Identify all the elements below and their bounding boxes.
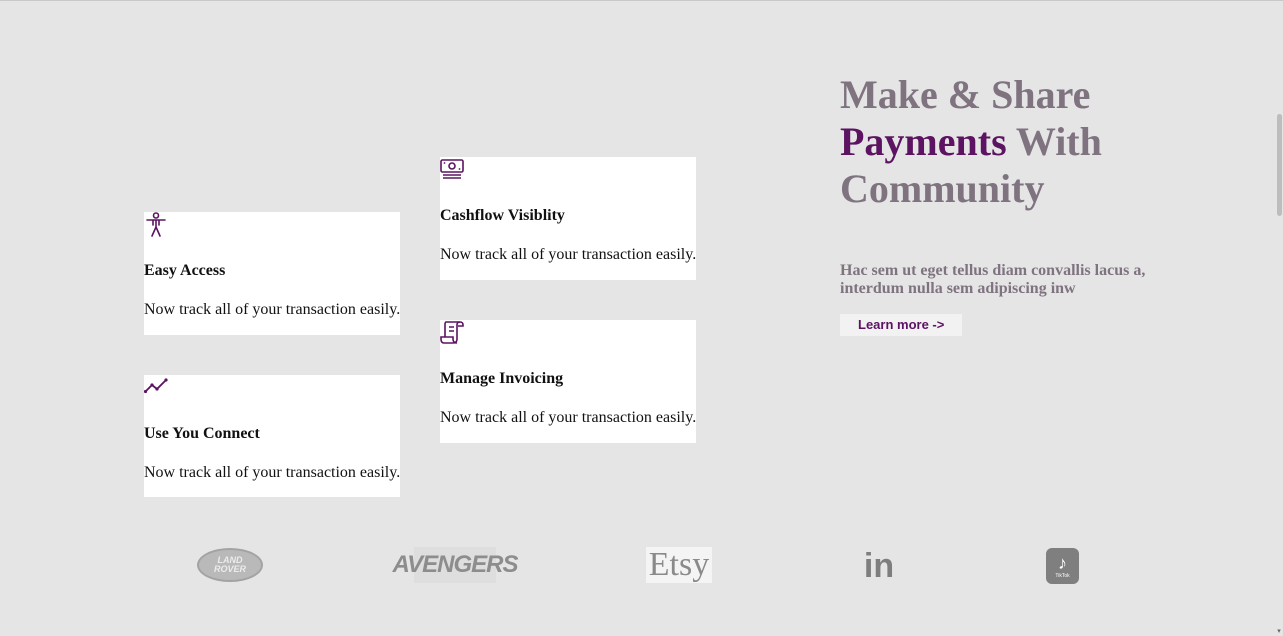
- hero-heading-accent: Payments: [840, 119, 1007, 164]
- land-rover-logo-line2: ROVER: [213, 564, 246, 574]
- feature-title: Cashflow Visiblity: [440, 207, 565, 224]
- hero-heading-line1: Make & Share: [840, 72, 1091, 117]
- accessibility-icon: [144, 212, 400, 238]
- page-scrollbar[interactable]: ▾: [1275, 1, 1283, 636]
- hero-section: Make & Share Payments With Community Hac…: [840, 71, 1180, 336]
- feature-card-use-you-connect: Use You Connect Now track all of your tr…: [144, 375, 400, 497]
- linkedin-logo: in: [863, 546, 895, 585]
- scrollbar-thumb[interactable]: [1277, 114, 1282, 216]
- hero-heading-line2-rest: With: [1006, 119, 1102, 164]
- hero-heading-line3: Community: [840, 166, 1045, 211]
- tiktok-logo: ♪ TikTok: [1046, 548, 1079, 584]
- feature-title: Manage Invoicing: [440, 370, 564, 387]
- feature-card-cashflow-visiblity: Cashflow Visiblity Now track all of your…: [440, 157, 696, 280]
- etsy-logo: Etsy: [646, 546, 712, 583]
- tiktok-logo-text: TikTok: [1055, 573, 1070, 579]
- feature-title: Easy Access: [144, 262, 226, 279]
- scroll-down-arrow-icon[interactable]: ▾: [1275, 627, 1283, 635]
- feature-description: Now track all of your transaction easily…: [440, 409, 697, 426]
- chart-line-icon: [144, 375, 400, 401]
- feature-card-easy-access: Easy Access Now track all of your transa…: [144, 212, 400, 335]
- learn-more-button[interactable]: Learn more ->: [840, 314, 963, 336]
- invoice-icon: [440, 320, 696, 346]
- feature-description: Now track all of your transaction easily…: [144, 464, 401, 481]
- feature-title: Use You Connect: [144, 425, 260, 442]
- hero-heading: Make & Share Payments With Community: [840, 71, 1180, 212]
- feature-description: Now track all of your transaction easily…: [440, 246, 697, 263]
- feature-card-manage-invoicing: Manage Invoicing Now track all of your t…: [440, 320, 696, 443]
- hero-description: Hac sem ut eget tellus diam convallis la…: [840, 262, 1146, 297]
- land-rover-logo: LAND ROVER: [197, 548, 263, 582]
- partner-logos: LAND ROVER AVENGERS Etsy in ♪ TikTok: [0, 541, 1283, 591]
- feature-description: Now track all of your transaction easily…: [144, 301, 401, 318]
- avengers-logo: AVENGERS: [393, 547, 518, 583]
- cash-icon: [440, 157, 696, 183]
- tiktok-note-icon: ♪: [1058, 553, 1067, 573]
